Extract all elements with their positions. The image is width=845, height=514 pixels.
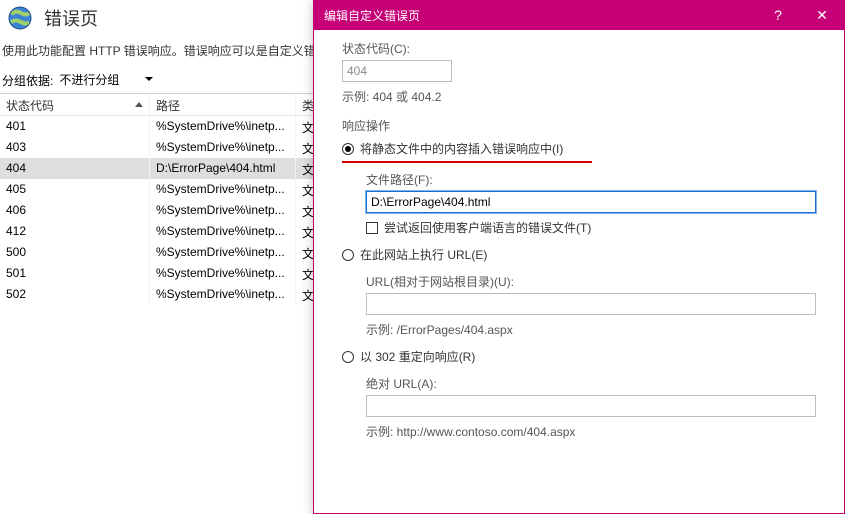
- cell-path: D:\ErrorPage\404.html: [150, 158, 296, 179]
- cell-status: 501: [0, 263, 150, 284]
- radio-execute-url-label: 在此网站上执行 URL(E): [360, 246, 487, 263]
- close-button[interactable]: ✕: [800, 0, 844, 30]
- absolute-url-hint: 示例: http://www.contoso.com/404.aspx: [366, 423, 816, 440]
- radio-static-file-label: 将静态文件中的内容插入错误响应中(I): [360, 140, 563, 157]
- radio-icon: [342, 249, 354, 261]
- checkbox-icon: [366, 222, 378, 234]
- page-title: 错误页: [44, 5, 98, 31]
- cell-status: 404: [0, 158, 150, 179]
- grouping-label: 分组依据:: [2, 72, 53, 89]
- dialog-titlebar[interactable]: 编辑自定义错误页 ? ✕: [314, 0, 844, 30]
- relative-url-hint: 示例: /ErrorPages/404.aspx: [366, 321, 816, 338]
- cell-path: %SystemDrive%\inetp...: [150, 116, 296, 137]
- try-localized-checkbox[interactable]: 尝试返回使用客户端语言的错误文件(T): [366, 219, 816, 236]
- edit-error-page-dialog: 编辑自定义错误页 ? ✕ 状态代码(C): 示例: 404 或 404.2 响应…: [313, 0, 845, 514]
- file-path-input[interactable]: [366, 191, 816, 213]
- radio-execute-url[interactable]: 在此网站上执行 URL(E): [342, 246, 816, 263]
- cell-path: %SystemDrive%\inetp...: [150, 200, 296, 221]
- help-button[interactable]: ?: [756, 0, 800, 30]
- cell-status: 500: [0, 242, 150, 263]
- radio-icon: [342, 143, 354, 155]
- cell-status: 502: [0, 284, 150, 305]
- try-localized-label: 尝试返回使用客户端语言的错误文件(T): [384, 219, 591, 236]
- cell-path: %SystemDrive%\inetp...: [150, 179, 296, 200]
- grouping-select-value: 不进行分组: [59, 71, 119, 88]
- grouping-select[interactable]: 不进行分组: [57, 71, 157, 89]
- cell-path: %SystemDrive%\inetp...: [150, 137, 296, 158]
- cell-status: 403: [0, 137, 150, 158]
- response-action-label: 响应操作: [342, 117, 816, 134]
- cell-path: %SystemDrive%\inetp...: [150, 263, 296, 284]
- cell-status: 412: [0, 221, 150, 242]
- column-header-status[interactable]: 状态代码: [0, 94, 150, 115]
- cell-status: 401: [0, 116, 150, 137]
- sort-caret-icon: [135, 102, 143, 107]
- status-code-hint: 示例: 404 或 404.2: [342, 88, 816, 105]
- absolute-url-input[interactable]: [366, 395, 816, 417]
- dialog-title: 编辑自定义错误页: [324, 7, 756, 24]
- radio-static-file[interactable]: 将静态文件中的内容插入错误响应中(I): [342, 140, 816, 157]
- cell-status: 405: [0, 179, 150, 200]
- radio-redirect-302[interactable]: 以 302 重定向响应(R): [342, 348, 816, 365]
- column-header-path[interactable]: 路径: [150, 94, 296, 115]
- annotation-underline: [342, 161, 592, 163]
- absolute-url-label: 绝对 URL(A):: [366, 375, 816, 392]
- cell-path: %SystemDrive%\inetp...: [150, 242, 296, 263]
- radio-icon: [342, 351, 354, 363]
- relative-url-input[interactable]: [366, 293, 816, 315]
- status-code-label: 状态代码(C):: [342, 40, 816, 57]
- relative-url-label: URL(相对于网站根目录)(U):: [366, 273, 816, 290]
- radio-redirect-302-label: 以 302 重定向响应(R): [360, 348, 475, 365]
- cell-path: %SystemDrive%\inetp...: [150, 221, 296, 242]
- file-path-label: 文件路径(F):: [366, 171, 816, 188]
- globe-icon: [6, 4, 34, 32]
- cell-path: %SystemDrive%\inetp...: [150, 284, 296, 305]
- cell-status: 406: [0, 200, 150, 221]
- status-code-input[interactable]: [342, 60, 452, 82]
